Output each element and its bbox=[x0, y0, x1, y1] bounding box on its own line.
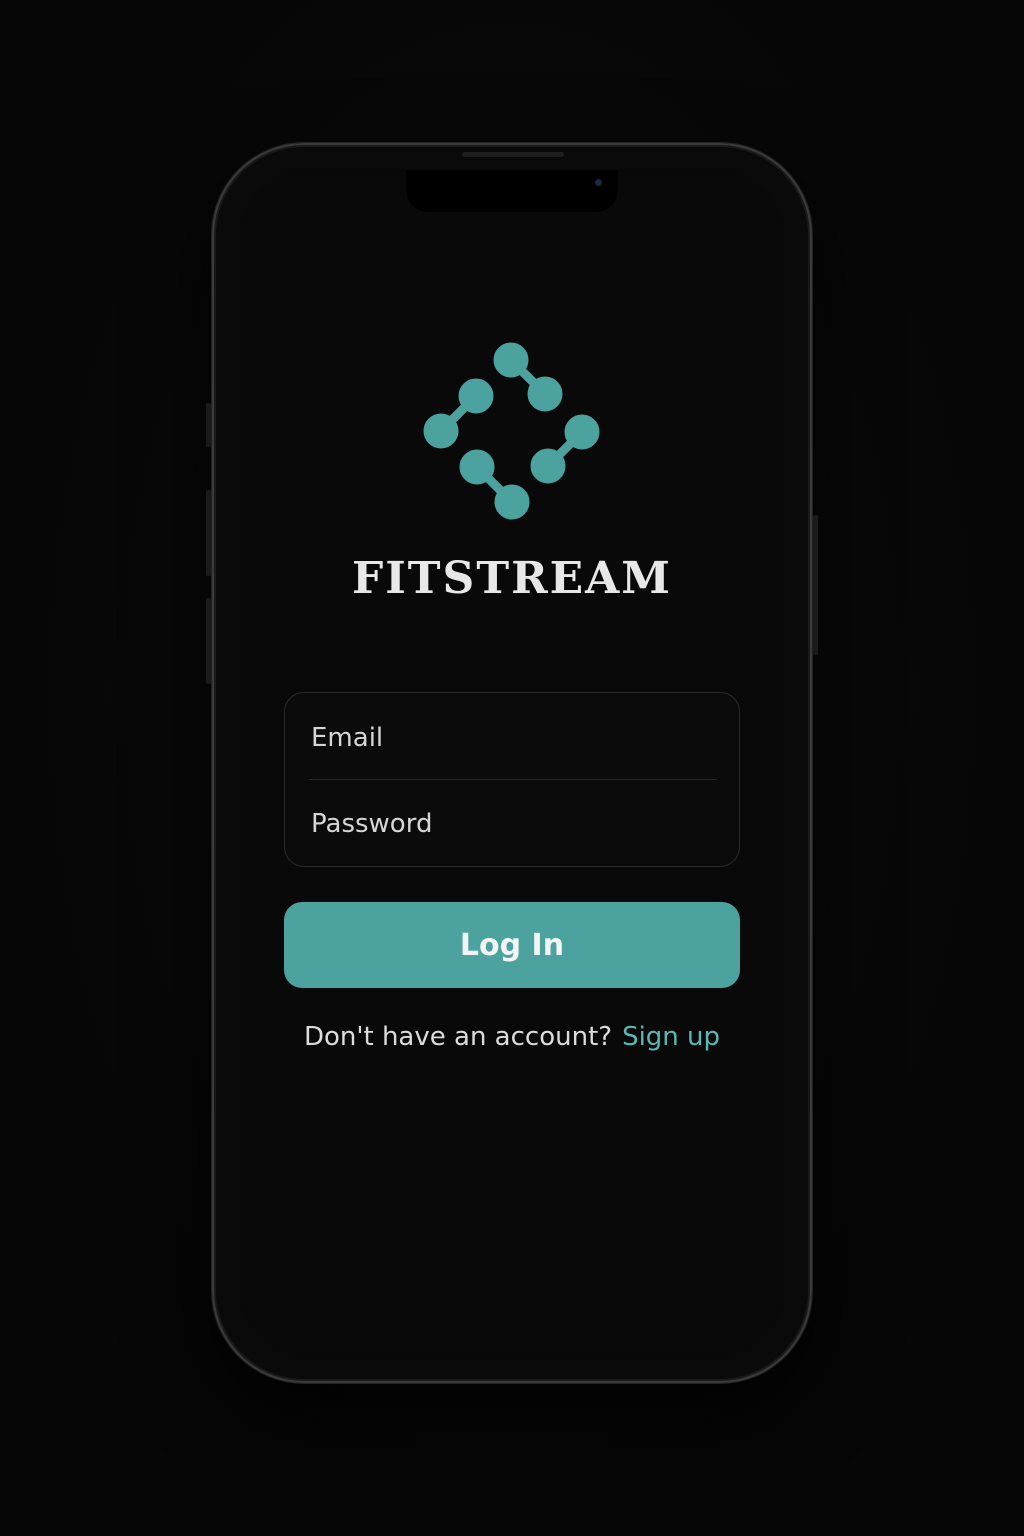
silent-switch bbox=[206, 403, 211, 447]
field-divider bbox=[309, 779, 717, 780]
login-button[interactable]: Log In bbox=[284, 902, 740, 988]
email-field[interactable] bbox=[311, 713, 717, 763]
power-button bbox=[813, 515, 818, 655]
signup-link[interactable]: Sign up bbox=[622, 1022, 720, 1052]
volume-down-button bbox=[206, 598, 211, 684]
password-field[interactable] bbox=[311, 799, 717, 849]
background: FITSTREAM Log In Don't have an account? S… bbox=[0, 0, 1024, 1536]
signup-row: Don't have an account? Sign up bbox=[240, 1022, 784, 1052]
phone-screen: FITSTREAM Log In Don't have an account? S… bbox=[240, 170, 784, 1356]
notch bbox=[406, 170, 618, 212]
dumbbell-diamond-icon bbox=[423, 342, 600, 520]
signup-prompt: Don't have an account? bbox=[303, 1022, 613, 1052]
earpiece-speaker bbox=[462, 152, 564, 157]
brand-title: FITSTREAM bbox=[351, 553, 673, 604]
login-form bbox=[284, 692, 740, 867]
front-camera bbox=[595, 179, 602, 186]
volume-up-button bbox=[206, 490, 211, 576]
